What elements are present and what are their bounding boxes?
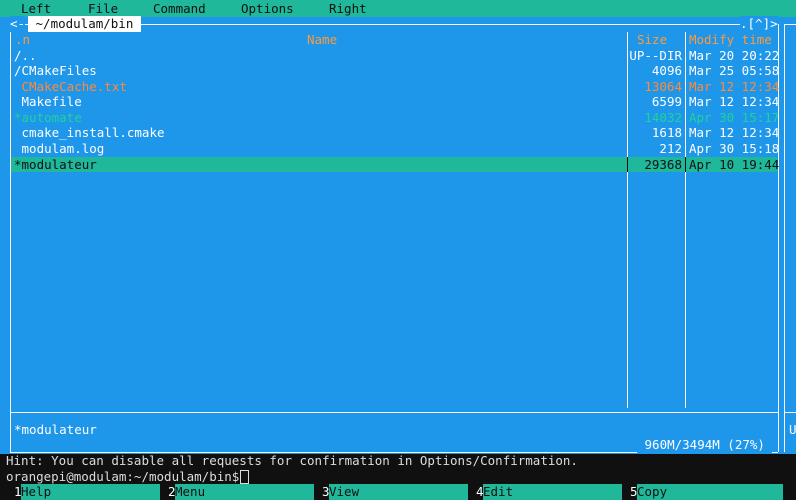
file-row-size: 4096 — [651, 63, 682, 78]
right-panel-top-border — [784, 24, 796, 25]
mini-status: *modulateur — [14, 422, 97, 437]
fkey-edit-button[interactable]: Edit — [483, 484, 622, 500]
file-row-name[interactable]: CMakeCache.txt — [14, 79, 127, 95]
right-panel-status: U — [789, 422, 796, 437]
column-header-name[interactable]: Name — [307, 32, 337, 48]
menu-file[interactable]: File — [88, 1, 118, 17]
shell-prompt[interactable]: orangepi@modulam:~/modulam/bin$ — [6, 469, 239, 485]
file-row-mtime: Mar 12 12:34 — [689, 94, 780, 109]
file-row-mtime: Apr 10 19:44 — [689, 157, 780, 172]
file-row-name[interactable]: Makefile — [14, 94, 82, 110]
fkey-view-button[interactable]: View — [329, 484, 468, 500]
fkey-menu-button[interactable]: Menu — [175, 484, 314, 500]
panel-left-border — [10, 24, 11, 452]
column-sort-indicator[interactable]: .n — [15, 32, 30, 48]
menu-bar: Left File Command Options Right — [0, 0, 796, 17]
right-panel-separator — [784, 412, 796, 413]
disk-free-info: 960M/3494M (27%) — [637, 437, 773, 453]
menu-options[interactable]: Options — [241, 1, 294, 17]
file-row-size: 29368 — [644, 157, 682, 172]
file-row-name[interactable]: /.. — [14, 48, 37, 64]
file-row-size: 6599 — [651, 94, 682, 109]
file-row-name[interactable]: modulam.log — [14, 141, 105, 157]
file-row-name-selected[interactable]: *modulateur — [14, 157, 97, 173]
file-row-mtime: Apr 30 15:18 — [689, 141, 780, 156]
file-row-size: 1618 — [651, 125, 682, 140]
panel-nav-arrow[interactable]: <- — [10, 16, 26, 32]
column-header-size[interactable]: Size — [637, 32, 667, 48]
menu-left[interactable]: Left — [21, 1, 51, 17]
fkey-help-button[interactable]: Help — [21, 484, 160, 500]
panel-separator — [10, 412, 778, 413]
file-row-name[interactable]: cmake_install.cmake — [14, 125, 165, 141]
hint-text: Hint: You can disable all requests for c… — [6, 453, 578, 468]
file-row-mtime: Mar 12 12:34 — [689, 79, 780, 94]
right-panel-left-border — [784, 24, 785, 452]
selected-col-divider-size — [627, 157, 628, 172]
file-row-name[interactable]: *automate — [14, 110, 82, 126]
text-cursor[interactable] — [240, 470, 249, 484]
file-row-size: UP--DIR — [629, 48, 682, 63]
file-row-size: 14032 — [644, 110, 682, 125]
file-row-size: 212 — [659, 141, 682, 156]
column-header-modify-time[interactable]: Modify time — [689, 32, 772, 48]
file-row-mtime: Apr 30 15:17 — [689, 110, 780, 125]
file-row-mtime: Mar 12 12:34 — [689, 125, 780, 140]
file-row-size: 13064 — [644, 79, 682, 94]
panel-path[interactable]: ~/modulam/bin — [28, 16, 141, 32]
file-row-mtime: Mar 25 05:58 — [689, 63, 780, 78]
file-row-name[interactable]: /CMakeFiles — [14, 63, 97, 79]
fkey-copy-button[interactable]: Copy — [637, 484, 783, 500]
menu-right[interactable]: Right — [329, 1, 367, 17]
col-divider-mtime — [685, 32, 686, 408]
file-row-mtime: Mar 20 20:22 — [689, 48, 780, 63]
selected-col-divider-mtime — [685, 157, 686, 172]
panel-history-button[interactable]: .[^]> — [740, 16, 778, 32]
menu-command[interactable]: Command — [153, 1, 206, 17]
